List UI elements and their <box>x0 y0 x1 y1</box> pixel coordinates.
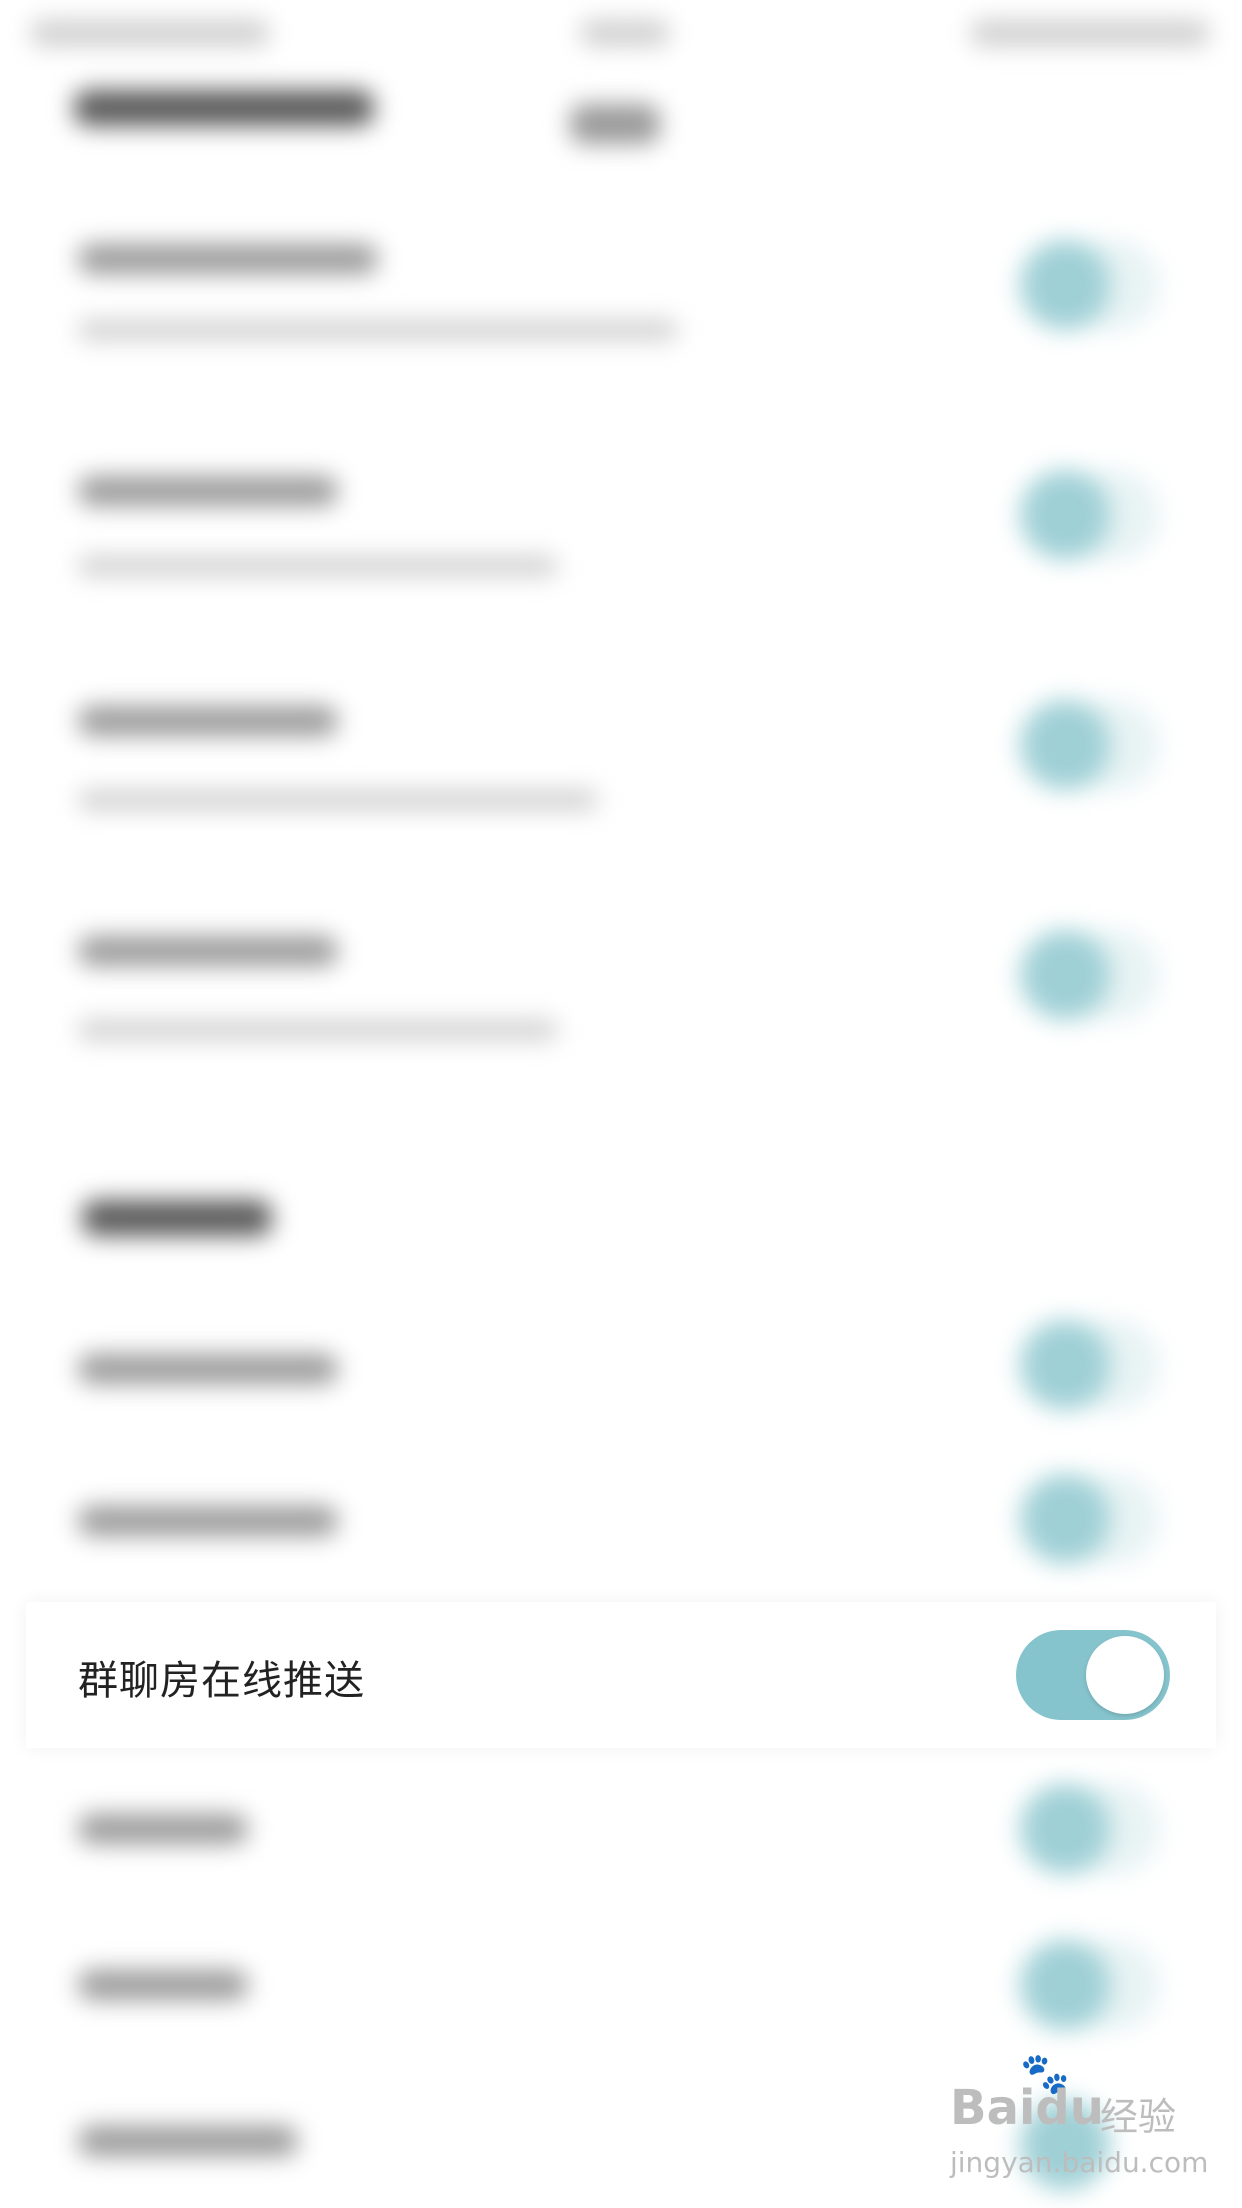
row-2-subtitle <box>78 556 558 576</box>
row-10-title <box>78 2126 298 2156</box>
row-2-title <box>78 476 338 506</box>
row-4-subtitle <box>78 1020 558 1040</box>
row-5-title <box>78 1354 338 1384</box>
status-bar-right <box>970 20 1210 46</box>
row-1-title <box>78 244 378 274</box>
row-1-subtitle <box>78 320 678 340</box>
section-2-header <box>82 1200 272 1236</box>
row-8-toggle-blob <box>1020 1784 1110 1874</box>
group-chat-push-row[interactable]: 群聊房在线推送 <box>26 1602 1216 1748</box>
row-2-toggle-blob <box>1020 470 1110 560</box>
group-chat-push-label: 群聊房在线推送 <box>78 1658 365 1704</box>
row-8-title <box>78 1814 248 1844</box>
row-5-toggle-blob <box>1020 1320 1110 1410</box>
watermark-url: jingyan.baidu.com <box>950 2146 1209 2179</box>
row-3-toggle-blob <box>1020 700 1110 790</box>
baidu-watermark: 🐾 Baidu 经验 jingyan.baidu.com <box>950 2051 1208 2190</box>
row-3-title <box>78 706 338 736</box>
row-6-toggle-blob <box>1020 1474 1110 1564</box>
row-3-subtitle <box>78 790 598 810</box>
watermark-brand: Baidu <box>950 2080 1104 2136</box>
row-4-title <box>78 936 338 966</box>
status-bar-center <box>580 20 670 46</box>
toggle-knob <box>1086 1636 1164 1714</box>
header-button <box>570 104 660 144</box>
row-9-title <box>78 1970 248 2000</box>
group-chat-push-toggle[interactable] <box>1016 1630 1170 1720</box>
page-header-title <box>74 90 374 126</box>
status-bar-left <box>30 20 270 46</box>
row-9-toggle-blob <box>1020 1940 1110 2030</box>
row-4-toggle-blob <box>1020 930 1110 1020</box>
blurred-settings-background <box>0 0 1242 2208</box>
row-6-title <box>78 1506 338 1536</box>
row-1-toggle-blob <box>1020 240 1110 330</box>
watermark-cn: 经验 <box>1100 2095 1177 2139</box>
